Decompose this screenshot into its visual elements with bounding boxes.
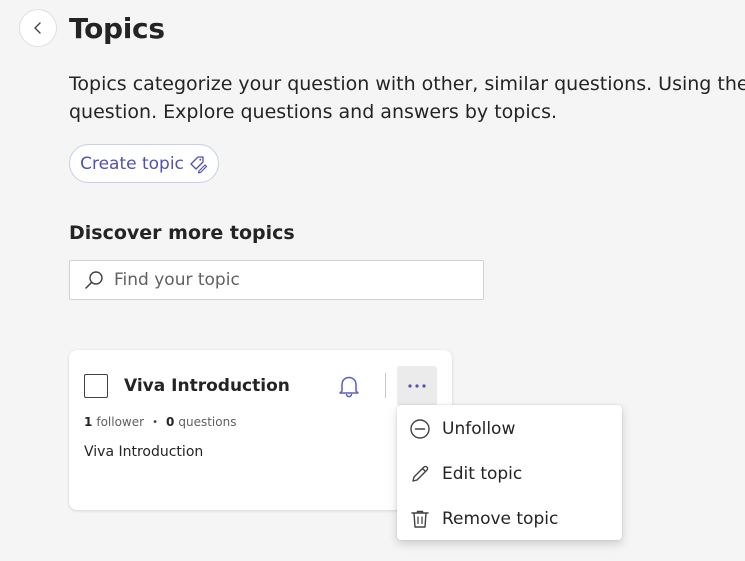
follow-bell-button[interactable]	[335, 372, 363, 400]
topic-description: Viva Introduction	[84, 444, 204, 460]
action-divider	[385, 373, 386, 398]
edit-tag-icon	[190, 155, 208, 173]
search-input[interactable]	[112, 269, 456, 291]
page-title: Topics	[69, 12, 165, 45]
menu-item-label: Edit topic	[442, 463, 523, 484]
bell-icon	[339, 376, 359, 398]
minus-circle-icon	[408, 417, 432, 441]
topic-stats: 1 follower • 0 questions	[84, 415, 236, 429]
search-icon	[85, 271, 103, 289]
menu-item-label: Unfollow	[442, 418, 516, 439]
page-description: Topics categorize your question with oth…	[69, 70, 745, 128]
menu-item-edit-topic[interactable]: Edit topic	[397, 451, 622, 496]
menu-item-remove-topic[interactable]: Remove topic	[397, 496, 622, 541]
question-label: questions	[178, 415, 237, 429]
create-topic-button[interactable]: Create topic	[69, 144, 219, 183]
topic-checkbox[interactable]	[84, 374, 108, 398]
topic-context-menu: Unfollow Edit topic Remove topic	[397, 405, 622, 540]
create-topic-label: Create topic	[80, 153, 184, 174]
more-horizontal-icon	[408, 384, 426, 388]
discover-heading: Discover more topics	[69, 222, 295, 244]
topic-card[interactable]: Viva Introduction 1 follower • 0 questio…	[69, 350, 452, 510]
search-box[interactable]	[69, 260, 484, 300]
menu-item-unfollow[interactable]: Unfollow	[397, 406, 622, 451]
menu-item-label: Remove topic	[442, 508, 559, 529]
back-button[interactable]	[19, 9, 57, 47]
chevron-left-icon	[34, 22, 41, 34]
question-count: 0	[165, 415, 175, 429]
description-line-1: Topics categorize your question with oth…	[69, 73, 745, 95]
follower-count: 1	[84, 415, 93, 429]
more-options-button[interactable]	[397, 366, 437, 406]
stats-separator: •	[152, 416, 158, 428]
trash-icon	[408, 507, 432, 531]
pencil-icon	[408, 462, 432, 486]
description-line-2: question. Explore questions and answers …	[69, 101, 558, 123]
topic-name[interactable]: Viva Introduction	[124, 374, 290, 398]
follower-label: follower	[96, 415, 145, 429]
